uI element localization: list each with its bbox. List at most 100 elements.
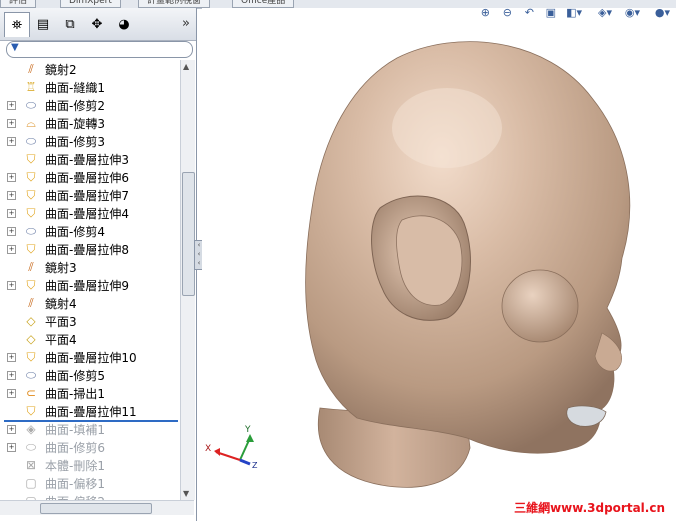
expand-icon[interactable]: + — [7, 352, 16, 362]
dimxpert-manager-icon[interactable]: ✥ — [85, 13, 109, 35]
loft-surface-icon: ⛉ — [26, 242, 36, 256]
tree-item[interactable]: ◇ 平面4 — [0, 330, 180, 348]
tree-filter-input[interactable]: ▼ — [6, 41, 193, 58]
tree-item-label: 曲面-疊層拉伸6 — [45, 170, 129, 185]
expand-icon[interactable]: + — [7, 118, 16, 128]
revolve-surface-icon: ⌓ — [26, 116, 36, 130]
display-style-icon[interactable]: ◈▾ — [598, 6, 612, 19]
expand-icon[interactable]: + — [7, 226, 16, 236]
loft-surface-icon: ⛉ — [26, 152, 36, 166]
tree-item[interactable]: ◇ 平面3 — [0, 312, 180, 330]
feature-tree: ⫽ 鏡射2 ♖ 曲面-縫織1 + ⬭ 曲面-修剪2 + ⌓ 曲面-旋轉3 + ⬭ 曲面-修剪3 ⛉ 曲面-疊… — [0, 60, 180, 500]
trim-surface-icon: ⬭ — [25, 98, 37, 112]
tree-item-label: 平面3 — [45, 314, 77, 329]
tab-office-products[interactable]: Office產品 — [232, 0, 295, 8]
tree-item[interactable]: ▢曲面-偏移2 — [0, 492, 180, 500]
tree-item[interactable]: + ⛉ 曲面-疊層拉伸6 — [0, 168, 180, 186]
tree-item-label: 曲面-旋轉3 — [45, 116, 105, 131]
tab-sketch-samples[interactable]: 計畫範例視窗 — [138, 0, 211, 8]
tree-item[interactable]: + ⛉ 曲面-疊層拉伸9 — [0, 276, 180, 294]
previous-view-icon[interactable]: ↶ — [525, 6, 534, 19]
tree-item[interactable]: ⫽ 鏡射2 — [0, 60, 180, 78]
expand-icon[interactable]: + — [7, 388, 16, 398]
tree-item-label: 曲面-疊層拉伸7 — [45, 188, 129, 203]
configuration-manager-icon[interactable]: ⧉ — [58, 13, 82, 35]
tree-item[interactable]: ♖ 曲面-縫織1 — [0, 78, 180, 96]
expand-icon[interactable]: + — [7, 190, 16, 200]
tree-item[interactable]: ⫽ 鏡射3 — [0, 258, 180, 276]
sweep-surface-icon: ⊂ — [25, 386, 37, 400]
expand-icon[interactable]: + — [7, 442, 16, 452]
loft-surface-icon: ⛉ — [26, 170, 36, 184]
tree-item[interactable]: + ⬭ 曲面-修剪3 — [0, 132, 180, 150]
tree-item[interactable]: + ⛉ 曲面-疊層拉伸8 — [0, 240, 180, 258]
appearance-icon[interactable]: ●▾ — [655, 6, 670, 19]
zoom-area-icon[interactable]: ⊖ — [503, 6, 512, 19]
tree-item[interactable]: + ◈ 曲面-填補1 — [0, 420, 180, 438]
tree-item-label: 曲面-疊層拉伸11 — [45, 404, 137, 419]
expand-icon[interactable]: + — [7, 208, 16, 218]
expand-icon[interactable]: + — [7, 136, 16, 146]
tree-item-label: 鏡射3 — [45, 260, 77, 275]
triad-x-label: X — [205, 444, 211, 454]
tree-item[interactable]: + ⛉ 曲面-疊層拉伸4 — [0, 204, 180, 222]
tree-item[interactable]: + ⛉ 曲面-疊層拉伸10 — [0, 348, 180, 366]
scroll-thumb[interactable] — [182, 172, 195, 296]
plane-icon: ◇ — [26, 332, 36, 346]
expand-icon[interactable]: + — [7, 370, 16, 380]
zoom-to-fit-icon[interactable]: ⊕ — [481, 6, 490, 19]
tab-evaluate[interactable]: 評估 — [0, 0, 37, 8]
graphics-viewport[interactable]: Y X Z ⊕ ⊖ ↶ ▣ ◧▾ ◈▾ ◉▾ ●▾ — [202, 6, 676, 521]
tree-item-label: 曲面-疊層拉伸4 — [45, 206, 129, 221]
scroll-up-icon[interactable]: ▲ — [183, 62, 189, 71]
tree-item-label: 曲面-疊層拉伸10 — [45, 350, 137, 365]
tree-item[interactable]: + ⌓ 曲面-旋轉3 — [0, 114, 180, 132]
expand-icon[interactable]: + — [7, 280, 16, 290]
tree-item[interactable]: + ⬭ 曲面-修剪2 — [0, 96, 180, 114]
loft-surface-icon: ⛉ — [26, 206, 36, 220]
more-tabs-button[interactable]: » — [182, 16, 190, 31]
head-model: Y X Z — [205, 41, 631, 488]
tree-item[interactable]: ⊠ 本體-刪除1 — [0, 456, 180, 474]
expand-icon[interactable]: + — [7, 172, 16, 182]
filter-icon: ▼ — [11, 42, 19, 53]
tree-item[interactable]: + ⛉ 曲面-疊層拉伸7 — [0, 186, 180, 204]
plane-icon: ◇ — [26, 314, 36, 328]
tree-item-label: 曲面-縫織1 — [45, 80, 105, 95]
hide-show-icon[interactable]: ◉▾ — [625, 6, 640, 19]
feature-manager-icon[interactable]: ⛯ — [4, 12, 30, 37]
rollback-bar[interactable] — [4, 420, 178, 422]
trim-surface-icon: ⬭ — [25, 134, 37, 148]
expand-icon[interactable]: + — [7, 100, 16, 110]
loft-surface-icon: ⛉ — [26, 278, 36, 292]
triad-y-label: Y — [244, 425, 251, 435]
tree-item[interactable]: + ⊂ 曲面-掃出1 — [0, 384, 180, 402]
tree-item-label: 曲面-修剪2 — [45, 98, 105, 113]
coordinate-triad — [214, 434, 254, 466]
tree-horizontal-scrollbar[interactable] — [0, 500, 194, 515]
tree-item-label: 鏡射2 — [45, 62, 77, 77]
section-view-icon[interactable]: ▣ — [546, 6, 556, 19]
tree-item[interactable]: + ⬭ 曲面-修剪6 — [0, 438, 180, 456]
tree-item-label: 曲面-修剪3 — [45, 134, 105, 149]
tree-item-label: 曲面-疊層拉伸3 — [45, 152, 129, 167]
scroll-down-icon[interactable]: ▼ — [183, 489, 189, 498]
expand-icon[interactable]: + — [7, 244, 16, 254]
view-orientation-icon[interactable]: ◧▾ — [566, 6, 582, 19]
expand-icon[interactable]: + — [7, 424, 16, 434]
tree-item[interactable]: + ⬭ 曲面-修剪5 — [0, 366, 180, 384]
triad-z-label: Z — [252, 461, 258, 470]
tree-item[interactable]: ⫽ 鏡射4 — [0, 294, 180, 312]
scroll-thumb-horizontal[interactable] — [40, 503, 152, 514]
tree-item[interactable]: ⛉ 曲面-疊層拉伸11 — [0, 402, 180, 420]
display-manager-icon[interactable]: ◕ — [112, 13, 136, 35]
tree-item-label: 曲面-疊層拉伸9 — [45, 278, 129, 293]
property-manager-icon[interactable]: ▤ — [31, 13, 55, 35]
tree-item[interactable]: ⛉ 曲面-疊層拉伸3 — [0, 150, 180, 168]
fill-surface-icon: ◈ — [26, 422, 36, 436]
tab-dimxpert[interactable]: DimXpert — [60, 0, 121, 8]
tree-item[interactable]: + ⬭ 曲面-修剪4 — [0, 222, 180, 240]
tree-item[interactable]: ▢ 曲面-偏移1 — [0, 474, 180, 492]
tree-vertical-scrollbar[interactable]: ▲ ▼ — [180, 60, 195, 500]
trim-surface-icon: ⬭ — [25, 440, 37, 454]
